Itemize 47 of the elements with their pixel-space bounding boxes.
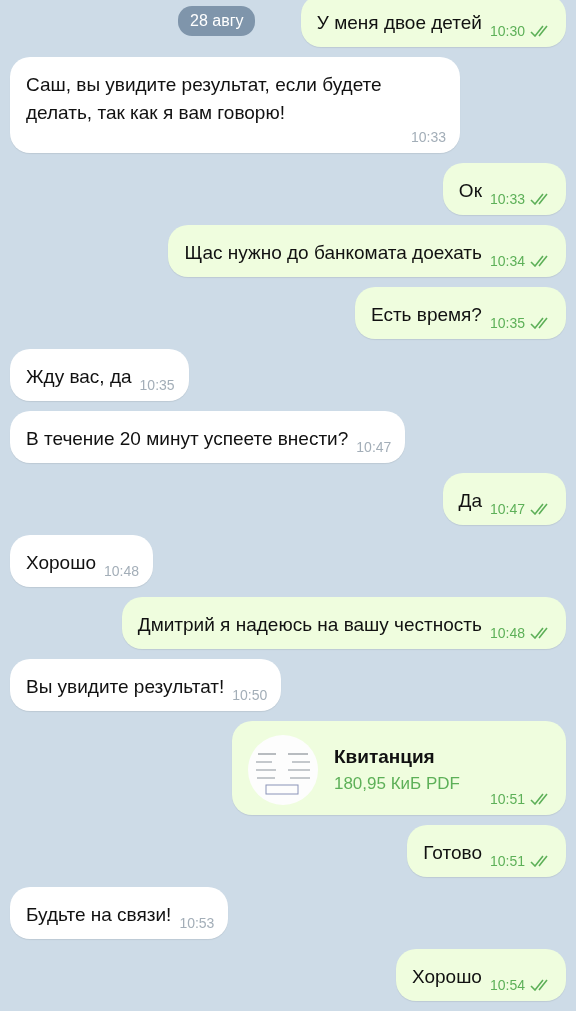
message-text: Будьте на связи! xyxy=(26,903,172,927)
message-time: 10:35 xyxy=(489,315,525,331)
message-time: 10:53 xyxy=(179,915,215,931)
message-text: У меня двое детей xyxy=(316,11,482,35)
outgoing-message[interactable]: У меня двое детей 10:30 xyxy=(300,0,566,47)
outgoing-message[interactable]: Готово 10:51 xyxy=(407,825,566,877)
message-text: Готово xyxy=(423,841,482,865)
message-text: В течение 20 минут успеете внести? xyxy=(26,427,349,451)
message-text: Ок xyxy=(458,179,482,203)
message-time: 10:48 xyxy=(104,563,140,579)
message-text: Саш, вы увидите результат, если будете делать, так как я вам говорю! xyxy=(26,73,383,125)
message-time: 10:54 xyxy=(489,977,525,993)
outgoing-message[interactable]: Дмитрий я надеюсь на вашу честность 10:48 xyxy=(121,597,566,649)
outgoing-message[interactable]: Квитанция 180,95 КиБ PDF 10:51 xyxy=(231,721,566,815)
outgoing-message[interactable]: Щас нужно до банкомата доехать 10:34 xyxy=(168,225,566,277)
outgoing-message[interactable]: Хорошо 10:54 xyxy=(395,949,566,1001)
message-time: 10:47 xyxy=(356,439,392,455)
message-time: 10:51 xyxy=(489,853,525,869)
message-time: 10:47 xyxy=(489,501,525,517)
message-text: Жду вас, да xyxy=(26,365,132,389)
incoming-message[interactable]: В течение 20 минут успеете внести? 10:47 xyxy=(10,411,406,463)
incoming-message[interactable]: Саш, вы увидите результат, если будете делать, так как я вам говорю! 10:33 xyxy=(10,57,460,153)
incoming-message[interactable]: Вы увидите результат! 10:50 xyxy=(10,659,282,711)
message-time: 10:48 xyxy=(489,625,525,641)
message-text: Вы увидите результат! xyxy=(26,675,225,699)
message-time: 10:50 xyxy=(232,687,268,703)
message-time: 10:34 xyxy=(489,253,525,269)
message-text: Хорошо xyxy=(26,551,96,575)
file-size: 180,95 КиБ PDF xyxy=(333,774,460,794)
file-name: Квитанция xyxy=(333,746,436,768)
message-time: 10:33 xyxy=(489,191,525,207)
message-time: 10:30 xyxy=(489,23,525,39)
outgoing-message[interactable]: Да 10:47 xyxy=(442,473,566,525)
message-text: Щас нужно до банкомата доехать xyxy=(184,241,482,265)
message-text: Да xyxy=(458,489,482,513)
outgoing-message[interactable]: Ок 10:33 xyxy=(442,163,566,215)
message-text: Дмитрий я надеюсь на вашу честность xyxy=(137,613,482,637)
message-time: 10:35 xyxy=(139,377,175,393)
message-text: Хорошо xyxy=(411,965,482,989)
incoming-message[interactable]: Жду вас, да 10:35 xyxy=(10,349,189,401)
message-text: Есть время? xyxy=(370,303,482,327)
message-time: 10:33 xyxy=(410,129,446,145)
incoming-message[interactable]: Хорошо 10:48 xyxy=(10,535,154,587)
message-time: 10:51 xyxy=(489,791,525,807)
incoming-message[interactable]: Будьте на связи! 10:53 xyxy=(10,887,229,939)
date-pill: 28 авгу xyxy=(178,6,256,36)
outgoing-message[interactable]: Есть время? 10:35 xyxy=(354,287,566,339)
